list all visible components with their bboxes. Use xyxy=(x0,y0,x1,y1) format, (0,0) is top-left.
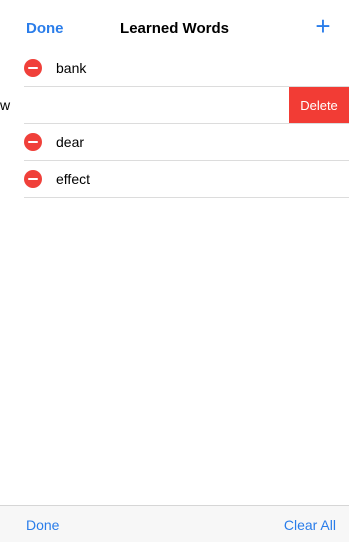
plus-icon[interactable]: + xyxy=(313,13,333,39)
word-label: bank xyxy=(56,60,87,76)
page-title: Learned Words xyxy=(120,20,229,37)
toolbar-done-button[interactable]: Done xyxy=(26,516,59,534)
list-item[interactable]: bank xyxy=(0,50,349,87)
word-list: bank w Delete dear effect xyxy=(0,50,349,198)
word-label: effect xyxy=(56,171,90,187)
navigation-bar: Done Learned Words + xyxy=(0,0,349,50)
minus-circle-icon[interactable] xyxy=(24,170,42,188)
delete-button[interactable]: Delete xyxy=(289,87,349,124)
row-divider xyxy=(24,197,349,198)
clear-all-button[interactable]: Clear All xyxy=(284,516,336,534)
list-item[interactable]: effect xyxy=(0,161,349,198)
minus-circle-icon[interactable] xyxy=(24,133,42,151)
minus-circle-icon[interactable] xyxy=(24,59,42,77)
word-label: dear xyxy=(56,134,85,150)
word-label: w xyxy=(0,97,11,113)
list-item[interactable]: dear xyxy=(0,124,349,161)
bottom-toolbar: Done Clear All xyxy=(0,505,349,542)
list-item[interactable]: w Delete xyxy=(0,87,349,124)
